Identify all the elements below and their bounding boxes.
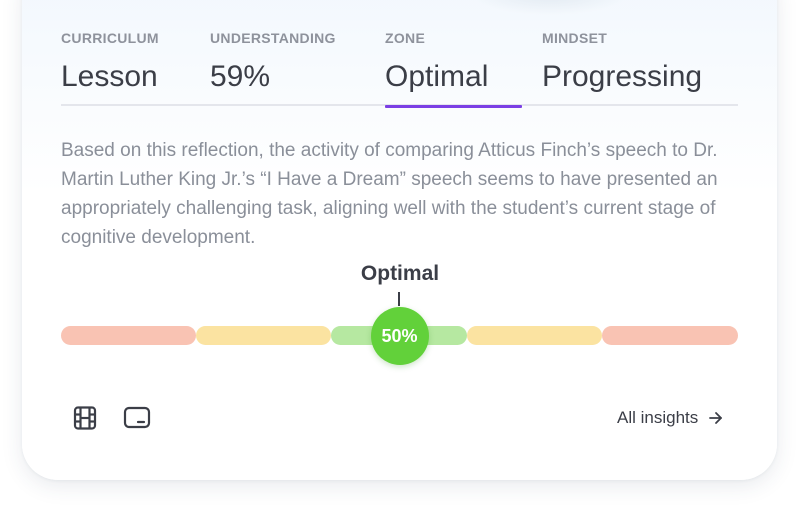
stat-label: CURRICULUM: [61, 30, 159, 46]
reflection-description: Based on this reflection, the activity o…: [61, 140, 718, 248]
stats-row: CURRICULUM Lesson UNDERSTANDING 59% ZONE…: [61, 30, 738, 108]
stat-value: Optimal: [385, 60, 489, 93]
stat-zone[interactable]: ZONE Optimal: [385, 30, 522, 108]
meter-segment-mid-high: [467, 326, 602, 345]
stat-mindset[interactable]: MINDSET Progressing: [542, 30, 738, 106]
meter-value: 50%: [381, 325, 418, 346]
meter-segment-mid-low: [196, 326, 331, 345]
stat-value: Progressing: [542, 60, 703, 93]
stat-curriculum[interactable]: CURRICULUM Lesson: [61, 30, 201, 106]
meter-knob[interactable]: 50%: [370, 307, 429, 365]
active-tab-underline: [385, 105, 522, 108]
stat-value: Lesson: [61, 60, 158, 93]
tablet-icon[interactable]: [123, 404, 151, 432]
stat-label: ZONE: [385, 30, 426, 46]
stat-label: UNDERSTANDING: [210, 30, 336, 46]
all-insights-label: All insights: [617, 408, 699, 427]
meter-segment-low: [61, 326, 196, 345]
zone-indicator-tick: [398, 292, 400, 306]
zone-indicator-label: Optimal: [360, 262, 440, 285]
arrow-right-icon: [709, 412, 723, 424]
stat-value: 59%: [210, 60, 271, 93]
meter-segment-high: [602, 326, 738, 345]
film-icon[interactable]: [71, 404, 99, 432]
stat-understanding[interactable]: UNDERSTANDING 59%: [210, 30, 380, 106]
stat-label: MINDSET: [542, 30, 608, 46]
all-insights-link[interactable]: All insights: [617, 406, 724, 430]
